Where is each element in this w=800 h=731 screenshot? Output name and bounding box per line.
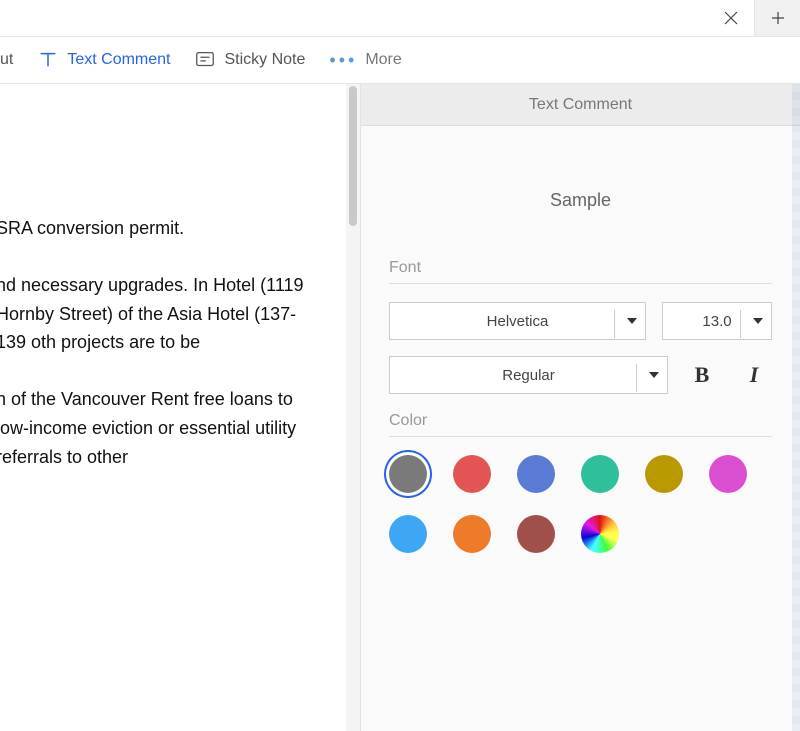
toolbar: ut Text Comment Sticky Note ••• More [0, 36, 800, 84]
toolbar-item-label: Sticky Note [224, 51, 305, 69]
toolbar-item-label: ut [0, 51, 13, 69]
color-swatch-custom[interactable] [581, 515, 619, 553]
select-value: Regular [502, 367, 555, 384]
window-new-tab-button[interactable] [754, 0, 800, 36]
divider [389, 436, 772, 437]
bold-button[interactable]: B [684, 357, 720, 393]
text-comment-panel: Text Comment Sample Font Helvetica 13.0 … [360, 84, 800, 731]
scrollbar-thumb[interactable] [349, 86, 357, 226]
color-swatch-teal[interactable] [581, 455, 619, 493]
font-family-select[interactable]: Helvetica [389, 302, 646, 340]
color-swatch-skyblue[interactable] [389, 515, 427, 553]
select-value: Helvetica [487, 313, 549, 330]
doc-paragraph: nd necessary upgrades. In Hotel (1119 Ho… [0, 271, 326, 357]
color-swatch-row [389, 455, 772, 493]
divider [389, 283, 772, 284]
document-area[interactable]: SRA conversion permit. nd necessary upgr… [0, 84, 346, 731]
color-swatch-magenta[interactable] [709, 455, 747, 493]
panel-edge-decoration [792, 84, 800, 731]
select-value: 13.0 [702, 313, 731, 330]
toolbar-item-label: Text Comment [67, 51, 170, 69]
close-icon [724, 11, 738, 25]
color-swatch-row [389, 515, 772, 553]
plus-icon [771, 11, 785, 25]
sample-preview: Sample [389, 190, 772, 211]
panel-header: Text Comment [361, 84, 800, 126]
color-swatch-gray[interactable] [389, 455, 427, 493]
document-text: SRA conversion permit. nd necessary upgr… [0, 214, 326, 500]
panel-title: Text Comment [529, 96, 632, 114]
chevron-down-icon [627, 318, 637, 324]
more-dots-icon: ••• [329, 50, 357, 71]
toolbar-item-truncated[interactable]: ut [0, 37, 13, 83]
color-section-label: Color [389, 412, 772, 430]
vertical-scrollbar[interactable] [346, 84, 360, 731]
font-size-select[interactable]: 13.0 [662, 302, 772, 340]
color-swatch-olive[interactable] [645, 455, 683, 493]
chevron-down-icon [753, 318, 763, 324]
chevron-down-icon [649, 372, 659, 378]
font-style-select[interactable]: Regular [389, 356, 668, 394]
toolbar-text-comment[interactable]: Text Comment [37, 37, 170, 83]
color-swatch-orange[interactable] [453, 515, 491, 553]
color-swatch-red[interactable] [453, 455, 491, 493]
window-close-button[interactable] [708, 0, 754, 36]
text-comment-icon [37, 49, 59, 71]
color-swatch-blue[interactable] [517, 455, 555, 493]
italic-button[interactable]: I [736, 357, 772, 393]
toolbar-more[interactable]: ••• More [329, 37, 401, 83]
sticky-note-icon [194, 49, 216, 71]
color-swatch-brown[interactable] [517, 515, 555, 553]
toolbar-sticky-note[interactable]: Sticky Note [194, 37, 305, 83]
doc-paragraph: n of the Vancouver Rent free loans to lo… [0, 385, 326, 471]
font-section-label: Font [389, 259, 772, 277]
toolbar-item-label: More [365, 51, 401, 69]
doc-paragraph: SRA conversion permit. [0, 214, 326, 243]
